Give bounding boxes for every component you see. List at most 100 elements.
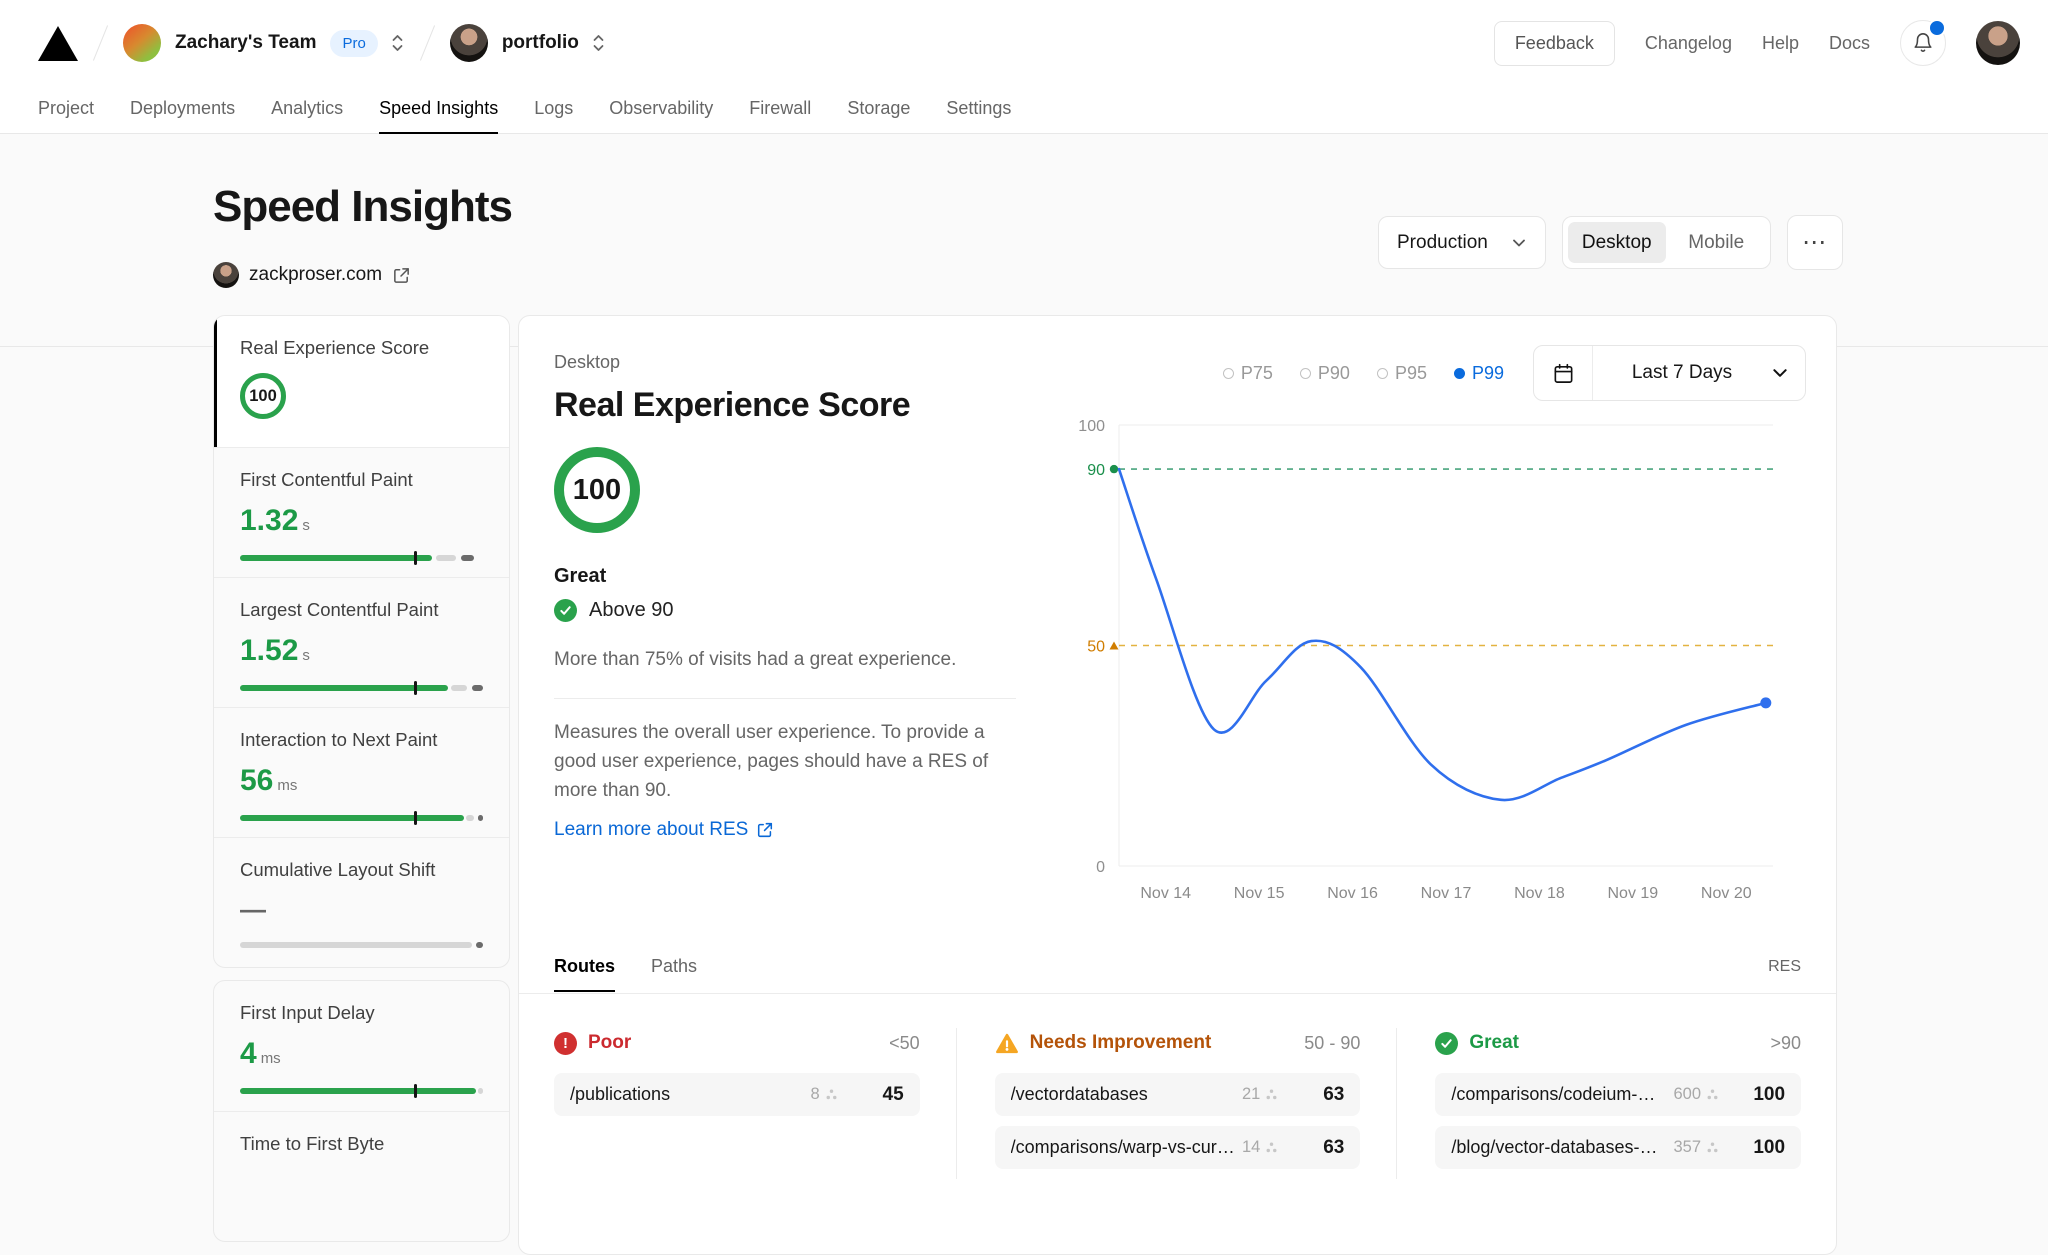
percentile-label: P75 [1241, 363, 1273, 384]
percentile-p95[interactable]: P95 [1377, 363, 1427, 384]
team-avatar[interactable] [123, 24, 161, 62]
metric-card-largest-contentful-paint[interactable]: Largest Contentful Paint1.52s [214, 577, 509, 707]
tab-deployments[interactable]: Deployments [130, 86, 235, 134]
tab-project[interactable]: Project [38, 86, 94, 134]
percentile-toggles: P75 P90 P95 P99 [1223, 363, 1504, 384]
device-option-desktop[interactable]: Desktop [1568, 222, 1666, 263]
notifications-button[interactable] [1900, 20, 1946, 66]
nav-link-docs[interactable]: Docs [1829, 33, 1870, 54]
tab-observability[interactable]: Observability [609, 86, 713, 134]
tab-firewall[interactable]: Firewall [749, 86, 811, 134]
nav-links: Changelog Help Docs [1645, 33, 1870, 54]
nav-link-changelog[interactable]: Changelog [1645, 33, 1732, 54]
metric-title: Time to First Byte [240, 1133, 483, 1155]
site-link[interactable]: zackproser.com [213, 262, 411, 288]
routes-tab-paths[interactable]: Paths [651, 956, 697, 992]
metric-card-interaction-to-next-paint[interactable]: Interaction to Next Paint56ms [214, 707, 509, 837]
metric-card-cumulative-layout-shift[interactable]: Cumulative Layout Shift— [214, 837, 509, 967]
metric-value-row: 4ms [240, 1037, 483, 1071]
metric-value-row: 1.52s [240, 634, 483, 668]
routes-tab-routes[interactable]: Routes [554, 956, 615, 992]
column-header: Great>90 [1435, 1028, 1801, 1058]
column-header: Needs Improvement50 - 90 [995, 1028, 1361, 1058]
team-switcher-icon[interactable] [390, 31, 405, 55]
metric-card-real-experience-score[interactable]: Real Experience Score100 [214, 316, 509, 447]
metric-card-first-contentful-paint[interactable]: First Contentful Paint1.32s [214, 447, 509, 577]
bar-value-tick [414, 1084, 417, 1098]
user-avatar[interactable] [1976, 21, 2020, 65]
warning-triangle-icon [995, 1032, 1019, 1055]
column-range: >90 [1770, 1033, 1801, 1054]
percentile-p75[interactable]: P75 [1223, 363, 1273, 384]
bar-value-tick [414, 811, 417, 825]
more-options-button[interactable]: ⋯ [1787, 215, 1843, 270]
bar-segment [451, 685, 467, 691]
bar-segment [436, 555, 457, 561]
project-switcher-icon[interactable] [591, 31, 606, 55]
route-count: 8 [810, 1085, 837, 1104]
environment-select[interactable]: Production [1378, 216, 1546, 269]
metric-title: First Input Delay [240, 1002, 483, 1024]
metric-card-time-to-first-byte[interactable]: Time to First Byte [214, 1111, 509, 1241]
percentile-label: P90 [1318, 363, 1350, 384]
route-row[interactable]: /comparisons/warp-vs-cur…1463 [995, 1126, 1361, 1169]
percentile-p90[interactable]: P90 [1300, 363, 1350, 384]
nav-right-group: Feedback Changelog Help Docs [1494, 0, 2020, 86]
tab-analytics[interactable]: Analytics [271, 86, 343, 134]
breadcrumb-slash [93, 25, 108, 61]
res-heading: Real Experience Score [554, 386, 910, 425]
great-check-icon [1435, 1032, 1458, 1055]
date-range-select[interactable]: Last 7 Days [1533, 345, 1806, 401]
device-toggle: DesktopMobile [1562, 216, 1771, 269]
calendar-icon [1534, 346, 1593, 400]
y-marker-dot-90 [1110, 465, 1118, 473]
column-range: <50 [889, 1033, 920, 1054]
x-tick-nov-20: Nov 20 [1701, 885, 1752, 902]
vercel-logo-icon[interactable] [38, 25, 78, 61]
tab-logs[interactable]: Logs [534, 86, 573, 134]
feedback-button[interactable]: Feedback [1494, 21, 1615, 66]
percentile-label: P95 [1395, 363, 1427, 384]
route-score: 100 [1745, 1137, 1785, 1159]
metric-score-value: 100 [249, 387, 277, 406]
route-path: /vectordatabases [1011, 1084, 1242, 1105]
metric-unit: s [302, 647, 310, 664]
bar-segment [461, 555, 474, 561]
route-row[interactable]: /vectordatabases2163 [995, 1073, 1361, 1116]
learn-more-link[interactable]: Learn more about RES [554, 819, 774, 841]
bar-segment [240, 1088, 476, 1094]
route-row[interactable]: /publications845 [554, 1073, 920, 1116]
res-threshold-text: Above 90 [589, 599, 674, 622]
bar-segment [478, 815, 483, 821]
route-row[interactable]: /comparisons/codeium-…600100 [1435, 1073, 1801, 1116]
project-avatar[interactable] [450, 24, 488, 62]
tab-settings[interactable]: Settings [946, 86, 1011, 134]
metrics-group-core: Real Experience Score100First Contentful… [213, 315, 510, 968]
bell-icon [1912, 32, 1934, 54]
res-description: Measures the overall user experience. To… [554, 718, 1016, 805]
x-tick-nov-16: Nov 16 [1327, 885, 1378, 902]
bar-segment [240, 815, 464, 821]
tab-storage[interactable]: Storage [847, 86, 910, 134]
percentile-p99[interactable]: P99 [1454, 363, 1504, 384]
notification-dot [1928, 19, 1946, 37]
route-score: 100 [1745, 1084, 1785, 1106]
y-tick-0: 0 [1096, 859, 1105, 876]
column-range: 50 - 90 [1304, 1033, 1360, 1054]
tab-speed-insights[interactable]: Speed Insights [379, 86, 498, 134]
metric-card-first-input-delay[interactable]: First Input Delay 4ms [214, 981, 509, 1111]
percentile-marker-icon [1223, 368, 1234, 379]
project-name[interactable]: portfolio [502, 32, 579, 54]
route-row[interactable]: /blog/vector-databases-…357100 [1435, 1126, 1801, 1169]
series-line-p99-res [1119, 469, 1766, 800]
nav-link-help[interactable]: Help [1762, 33, 1799, 54]
routes-columns: !Poor<50/publications845Needs Improvemen… [554, 1028, 1801, 1179]
team-name[interactable]: Zachary's Team [175, 32, 316, 54]
x-tick-nov-14: Nov 14 [1140, 885, 1191, 902]
metric-value: 1.32 [240, 504, 298, 538]
device-option-mobile[interactable]: Mobile [1668, 222, 1766, 263]
metric-value: 4 [240, 1037, 257, 1071]
x-tick-nov-15: Nov 15 [1234, 885, 1285, 902]
route-score: 45 [864, 1084, 904, 1106]
metric-title: Cumulative Layout Shift [240, 859, 483, 881]
